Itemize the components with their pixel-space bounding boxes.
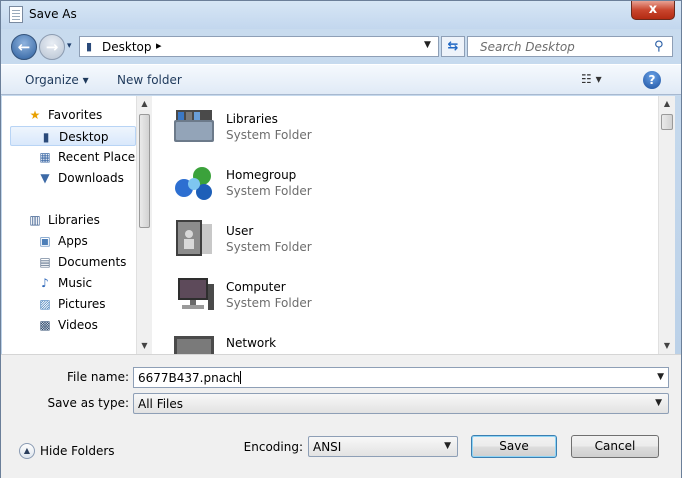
chevron-down-icon[interactable]: ▼: [444, 441, 451, 451]
desktop-icon: ▮: [42, 130, 50, 144]
apps-icon: ▣: [39, 234, 51, 248]
new-folder-button[interactable]: New folder: [117, 73, 182, 87]
videos-icon: ▩: [39, 318, 51, 332]
chevron-down-icon[interactable]: ▼: [657, 372, 664, 382]
forward-button[interactable]: →: [39, 34, 65, 60]
save-as-type-label: Save as type:: [47, 396, 129, 410]
item-name: Libraries: [226, 112, 278, 126]
item-type: System Folder: [226, 296, 312, 310]
file-list-scrollbar[interactable]: ▲ ▼: [658, 96, 675, 354]
nav-item-documents[interactable]: ▤ Documents: [38, 252, 138, 272]
item-type: System Folder: [226, 184, 312, 198]
nav-item-recent-places[interactable]: ▦ Recent Places: [38, 147, 141, 167]
item-name: Computer: [226, 280, 286, 294]
list-item-homegroup[interactable]: Homegroup System Folder: [172, 158, 472, 206]
save-as-type-value: All Files: [138, 397, 184, 411]
recent-places-icon: ▦: [39, 150, 51, 164]
nav-item-pictures[interactable]: ▨ Pictures: [38, 294, 138, 314]
navigation-pane-scrollbar[interactable]: ▲ ▼: [136, 96, 152, 354]
list-item-computer[interactable]: Computer System Folder: [172, 270, 472, 318]
change-view-button[interactable]: ☷ ▾: [581, 72, 615, 89]
encoding-value: ANSI: [313, 440, 342, 454]
user-folder-icon: [176, 220, 212, 256]
search-input[interactable]: Search Desktop ⚲: [467, 36, 673, 57]
scroll-down-icon[interactable]: ▼: [137, 338, 152, 354]
scroll-down-icon[interactable]: ▼: [659, 338, 675, 354]
chevron-down-icon[interactable]: ▼: [424, 40, 431, 50]
scrollbar-thumb[interactable]: [661, 114, 673, 130]
file-name-value[interactable]: 6677B437.pnach: [138, 371, 242, 385]
navigation-bar: ← → ▾ ▮ Desktop ▸ ▼ ⇆ Search Desktop ⚲: [1, 31, 681, 61]
nav-item-apps[interactable]: ▣ Apps: [38, 231, 138, 251]
title-bar: Save As x: [1, 1, 681, 29]
refresh-button[interactable]: ⇆: [441, 36, 465, 57]
address-location[interactable]: Desktop: [102, 40, 152, 54]
item-name: Network: [226, 336, 277, 350]
downloads-icon: ▼: [40, 171, 50, 185]
libraries-folder-icon: [174, 110, 214, 142]
chevron-up-icon[interactable]: ▲: [19, 443, 35, 459]
encoding-select[interactable]: ANSI ▼: [308, 436, 458, 457]
scrollbar-thumb[interactable]: [139, 114, 150, 228]
window-title: Save As: [29, 7, 77, 21]
search-placeholder: Search Desktop: [480, 40, 575, 54]
libraries-icon: ▥: [29, 213, 41, 227]
hide-folders-label: Hide Folders: [40, 444, 115, 458]
cancel-button[interactable]: Cancel: [571, 435, 659, 458]
desktop-icon: ▮: [86, 40, 93, 53]
pictures-icon: ▨: [39, 297, 51, 311]
computer-icon: [178, 278, 214, 310]
file-name-label: File name:: [67, 370, 129, 384]
item-name: Homegroup: [226, 168, 297, 182]
command-bar: Organize ▾ New folder ☷ ▾ ?: [1, 64, 681, 95]
list-item-user[interactable]: User System Folder: [172, 214, 472, 262]
list-item-network[interactable]: Network: [172, 326, 472, 354]
file-name-input[interactable]: 6677B437.pnach ▼: [133, 367, 669, 388]
scroll-up-icon[interactable]: ▲: [659, 96, 675, 112]
nav-item-music[interactable]: ♪ Music: [38, 273, 138, 293]
chevron-down-icon[interactable]: ▼: [655, 398, 662, 408]
file-list: Libraries System Folder Homegroup System…: [152, 96, 658, 354]
close-button[interactable]: x: [631, 1, 675, 20]
item-name: User: [226, 224, 254, 238]
notepad-icon: [9, 6, 23, 23]
network-icon: [174, 336, 214, 354]
save-button[interactable]: Save: [471, 435, 557, 458]
nav-item-desktop[interactable]: ▮ Desktop: [10, 126, 136, 146]
help-icon[interactable]: ?: [643, 71, 661, 89]
nav-favorites[interactable]: ★ Favorites: [28, 105, 128, 125]
chevron-right-icon[interactable]: ▸: [156, 39, 162, 52]
recent-pages-dropdown[interactable]: ▾: [67, 41, 72, 51]
scroll-up-icon[interactable]: ▲: [137, 96, 152, 112]
nav-libraries[interactable]: ▥ Libraries: [28, 210, 128, 230]
item-type: System Folder: [226, 240, 312, 254]
search-icon[interactable]: ⚲: [654, 39, 664, 54]
homegroup-icon: [175, 167, 212, 200]
save-form: File name: 6677B437.pnach ▼ Save as type…: [1, 354, 681, 478]
encoding-label: Encoding:: [243, 440, 303, 454]
item-type: System Folder: [226, 128, 312, 142]
star-icon: ★: [29, 108, 41, 122]
save-as-type-select[interactable]: All Files ▼: [133, 393, 669, 414]
address-bar[interactable]: ▮ Desktop ▸ ▼: [79, 36, 439, 57]
back-button[interactable]: ←: [11, 34, 37, 60]
music-icon: ♪: [41, 276, 49, 290]
list-item-libraries[interactable]: Libraries System Folder: [172, 102, 472, 150]
nav-item-downloads[interactable]: ▼ Downloads: [38, 168, 138, 188]
nav-item-videos[interactable]: ▩ Videos: [38, 315, 138, 335]
organize-button[interactable]: Organize ▾: [25, 73, 89, 87]
navigation-pane: ★ Favorites ▮ Desktop ▦ Recent Places ▼ …: [2, 96, 152, 354]
save-as-dialog: Save As x ← → ▾ ▮ Desktop ▸ ▼ ⇆ Search D…: [0, 0, 682, 478]
documents-icon: ▤: [39, 255, 51, 269]
